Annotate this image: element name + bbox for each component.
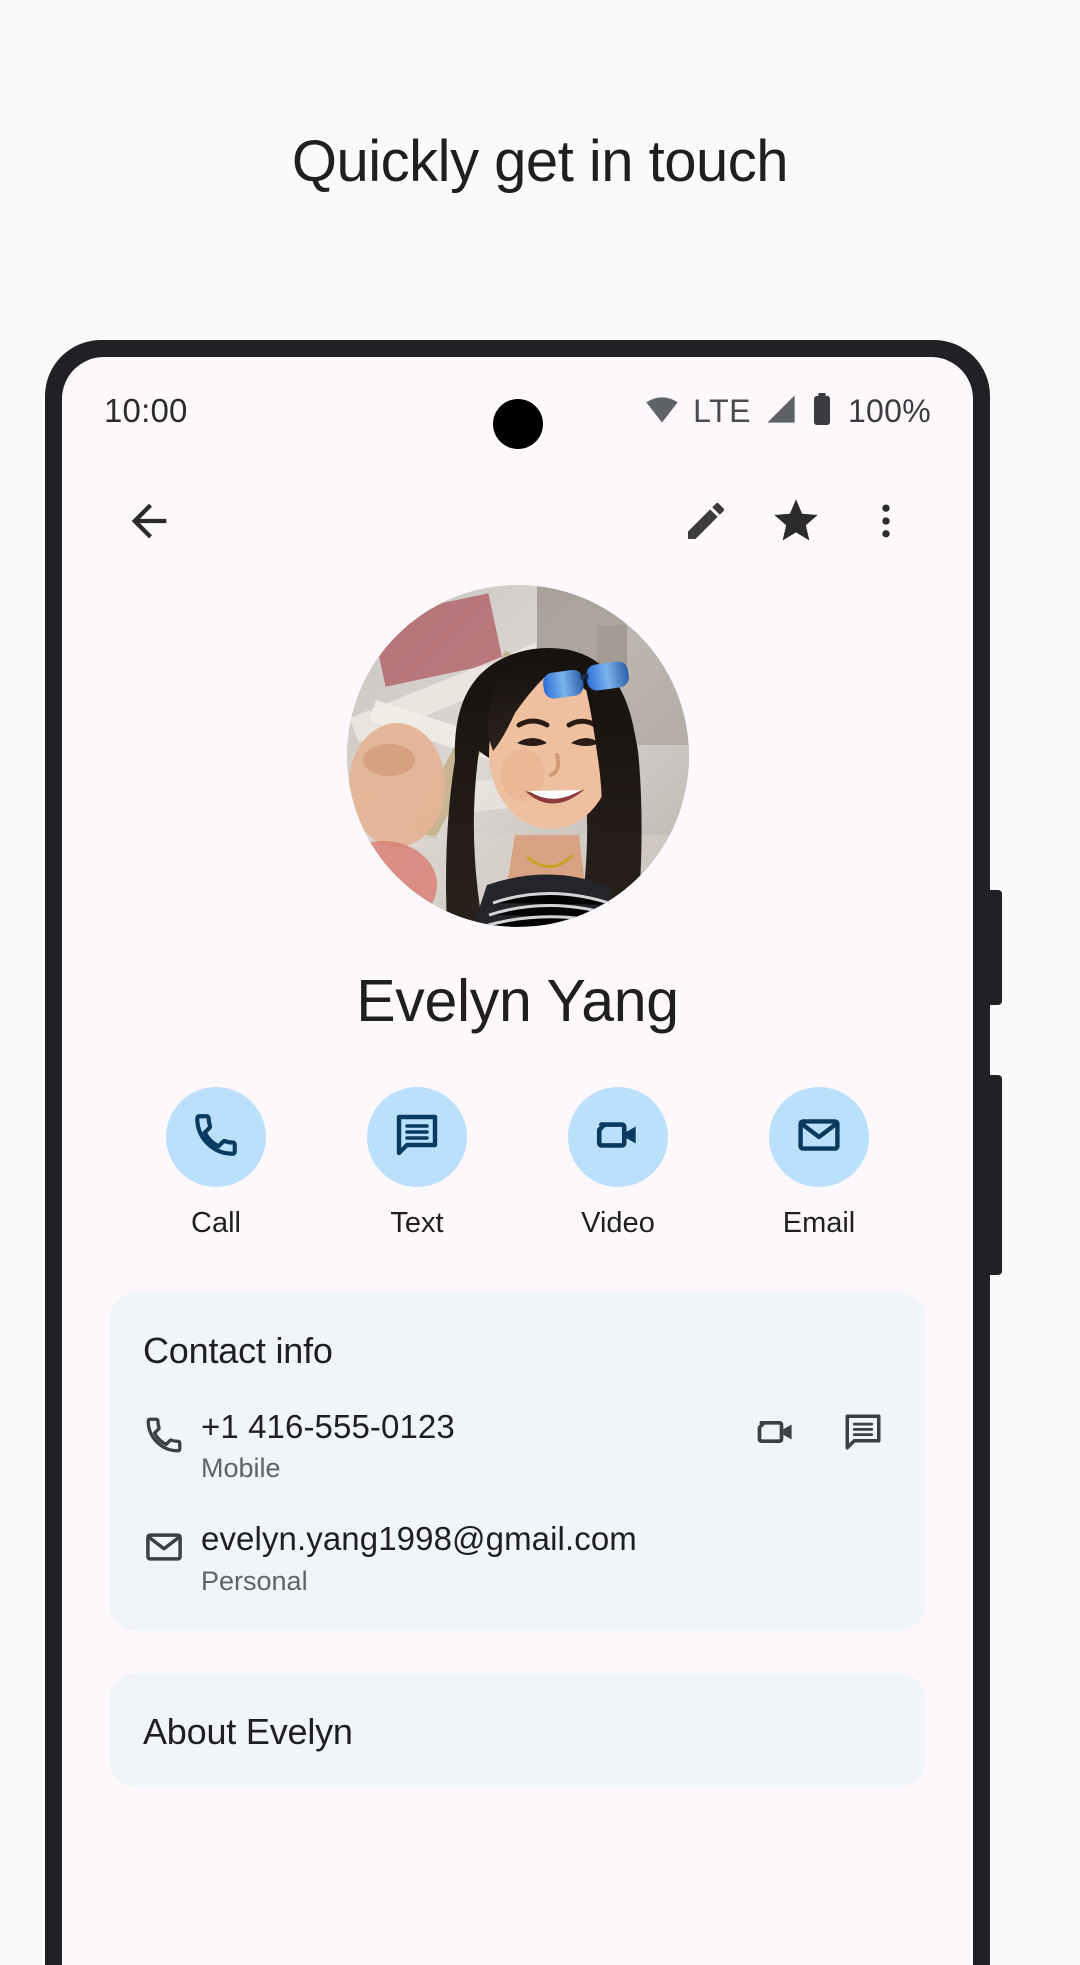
power-button[interactable] [990, 890, 1002, 1005]
page-title: Quickly get in touch [291, 129, 789, 194]
cellular-signal-icon [764, 394, 798, 429]
status-indicators: LTE 100% [644, 392, 931, 430]
about-title: About Evelyn [143, 1710, 353, 1752]
email-label: Personal [201, 1565, 308, 1596]
phone-device-frame: 10:00 LTE 100% Evelyn Yang Call Text Vid… [45, 340, 1002, 1965]
phone-icon [143, 1406, 201, 1456]
call-button[interactable] [166, 1087, 266, 1187]
quick-action-label: Text [390, 1207, 444, 1239]
about-card: About Evelyn [109, 1672, 926, 1787]
phone-icon [191, 1110, 241, 1165]
avatar[interactable] [346, 585, 689, 927]
back-arrow-icon[interactable] [112, 484, 186, 558]
more-vertical-icon[interactable] [849, 484, 923, 558]
phone-number-label: Mobile [201, 1453, 281, 1484]
status-bar: 10:00 LTE 100% [62, 357, 973, 465]
quick-action-label: Email [782, 1207, 856, 1239]
contact-info-row-email[interactable]: evelyn.yang1998@gmail.com Personal [143, 1518, 892, 1596]
quick-action-call[interactable]: Call [144, 1087, 289, 1240]
contact-info-text: +1 416-555-0123 Mobile [201, 1406, 754, 1484]
app-bar [62, 465, 973, 577]
contact-name: Evelyn Yang [356, 968, 679, 1034]
quick-actions-row: Call Text Video Email [62, 1087, 973, 1240]
battery-percentage-label: 100% [847, 392, 931, 429]
contact-info-card: Contact info +1 416-555-0123 Mobile evel… [109, 1292, 926, 1631]
message-icon[interactable] [842, 1411, 884, 1453]
contact-info-text: evelyn.yang1998@gmail.com Personal [201, 1518, 892, 1596]
front-camera-punch-hole [492, 399, 543, 449]
contact-avatar-container [62, 585, 973, 927]
quick-action-text[interactable]: Text [345, 1087, 490, 1240]
volume-rocker-button[interactable] [990, 1075, 1002, 1275]
status-time: 10:00 [104, 392, 188, 429]
text-button[interactable] [367, 1087, 467, 1187]
email-value: evelyn.yang1998@gmail.com [201, 1520, 637, 1558]
pencil-edit-icon[interactable] [669, 484, 743, 558]
phone-number-value: +1 416-555-0123 [201, 1408, 455, 1445]
email-button[interactable] [769, 1087, 869, 1187]
envelope-icon [143, 1518, 201, 1568]
contact-info-row-actions [754, 1406, 892, 1454]
quick-action-video[interactable]: Video [546, 1087, 691, 1240]
phone-screen: 10:00 LTE 100% Evelyn Yang Call Text Vid… [62, 357, 973, 1965]
video-camera-icon [593, 1110, 643, 1165]
video-button[interactable] [568, 1087, 668, 1187]
message-icon [393, 1111, 441, 1164]
battery-icon [811, 392, 833, 430]
envelope-icon [795, 1111, 843, 1164]
quick-action-email[interactable]: Email [747, 1087, 892, 1240]
contact-info-title: Contact info [143, 1330, 333, 1371]
star-filled-icon[interactable] [759, 484, 833, 558]
contact-info-row-phone[interactable]: +1 416-555-0123 Mobile [143, 1406, 892, 1484]
video-camera-icon[interactable] [754, 1410, 798, 1454]
network-type-label: LTE [693, 392, 751, 429]
wifi-icon [644, 394, 680, 429]
quick-action-label: Video [581, 1207, 655, 1239]
quick-action-label: Call [191, 1207, 241, 1239]
